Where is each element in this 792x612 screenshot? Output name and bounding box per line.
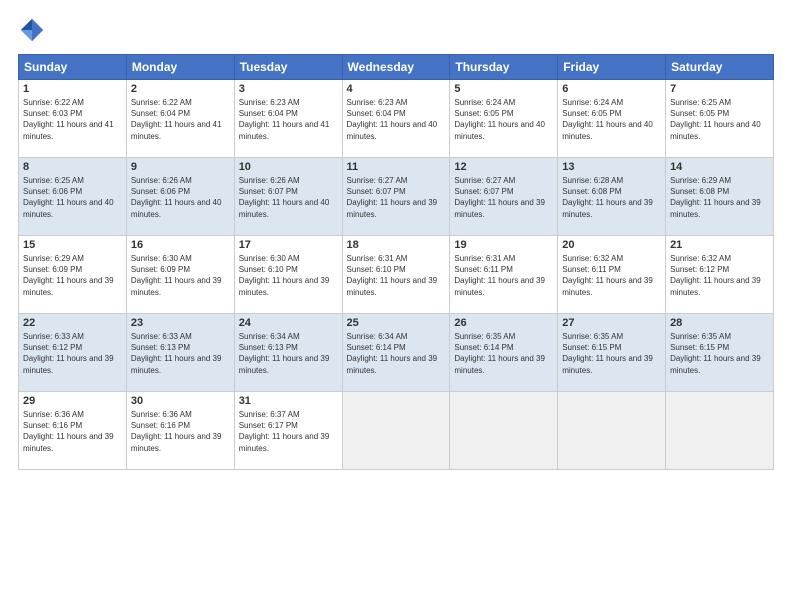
calendar-cell-26: 26Sunrise: 6:35 AMSunset: 6:14 PMDayligh… — [450, 314, 558, 392]
calendar-week-3: 15Sunrise: 6:29 AMSunset: 6:09 PMDayligh… — [19, 236, 774, 314]
calendar-cell-11: 11Sunrise: 6:27 AMSunset: 6:07 PMDayligh… — [342, 158, 450, 236]
calendar-cell-20: 20Sunrise: 6:32 AMSunset: 6:11 PMDayligh… — [558, 236, 666, 314]
calendar-cell-1: 1Sunrise: 6:22 AMSunset: 6:03 PMDaylight… — [19, 80, 127, 158]
logo — [18, 16, 50, 44]
calendar-cell-7: 7Sunrise: 6:25 AMSunset: 6:05 PMDaylight… — [666, 80, 774, 158]
calendar-cell-16: 16Sunrise: 6:30 AMSunset: 6:09 PMDayligh… — [126, 236, 234, 314]
calendar-week-2: 8Sunrise: 6:25 AMSunset: 6:06 PMDaylight… — [19, 158, 774, 236]
calendar-cell-29: 29Sunrise: 6:36 AMSunset: 6:16 PMDayligh… — [19, 392, 127, 470]
weekday-header-monday: Monday — [126, 55, 234, 80]
calendar-cell-19: 19Sunrise: 6:31 AMSunset: 6:11 PMDayligh… — [450, 236, 558, 314]
calendar-week-4: 22Sunrise: 6:33 AMSunset: 6:12 PMDayligh… — [19, 314, 774, 392]
calendar-cell-5: 5Sunrise: 6:24 AMSunset: 6:05 PMDaylight… — [450, 80, 558, 158]
calendar-cell-3: 3Sunrise: 6:23 AMSunset: 6:04 PMDaylight… — [234, 80, 342, 158]
logo-icon — [18, 16, 46, 44]
calendar-cell-2: 2Sunrise: 6:22 AMSunset: 6:04 PMDaylight… — [126, 80, 234, 158]
calendar-cell-4: 4Sunrise: 6:23 AMSunset: 6:04 PMDaylight… — [342, 80, 450, 158]
calendar-cell-10: 10Sunrise: 6:26 AMSunset: 6:07 PMDayligh… — [234, 158, 342, 236]
calendar-cell-24: 24Sunrise: 6:34 AMSunset: 6:13 PMDayligh… — [234, 314, 342, 392]
calendar-cell-empty — [666, 392, 774, 470]
calendar-week-5: 29Sunrise: 6:36 AMSunset: 6:16 PMDayligh… — [19, 392, 774, 470]
calendar-cell-31: 31Sunrise: 6:37 AMSunset: 6:17 PMDayligh… — [234, 392, 342, 470]
page: SundayMondayTuesdayWednesdayThursdayFrid… — [0, 0, 792, 612]
weekday-header-friday: Friday — [558, 55, 666, 80]
weekday-header-row: SundayMondayTuesdayWednesdayThursdayFrid… — [19, 55, 774, 80]
calendar-cell-15: 15Sunrise: 6:29 AMSunset: 6:09 PMDayligh… — [19, 236, 127, 314]
weekday-header-tuesday: Tuesday — [234, 55, 342, 80]
top-section — [18, 16, 774, 44]
weekday-header-wednesday: Wednesday — [342, 55, 450, 80]
calendar-cell-22: 22Sunrise: 6:33 AMSunset: 6:12 PMDayligh… — [19, 314, 127, 392]
calendar-cell-21: 21Sunrise: 6:32 AMSunset: 6:12 PMDayligh… — [666, 236, 774, 314]
calendar-cell-empty — [342, 392, 450, 470]
calendar-cell-17: 17Sunrise: 6:30 AMSunset: 6:10 PMDayligh… — [234, 236, 342, 314]
calendar-cell-18: 18Sunrise: 6:31 AMSunset: 6:10 PMDayligh… — [342, 236, 450, 314]
calendar-week-1: 1Sunrise: 6:22 AMSunset: 6:03 PMDaylight… — [19, 80, 774, 158]
calendar-cell-14: 14Sunrise: 6:29 AMSunset: 6:08 PMDayligh… — [666, 158, 774, 236]
weekday-header-sunday: Sunday — [19, 55, 127, 80]
calendar-cell-25: 25Sunrise: 6:34 AMSunset: 6:14 PMDayligh… — [342, 314, 450, 392]
calendar-cell-9: 9Sunrise: 6:26 AMSunset: 6:06 PMDaylight… — [126, 158, 234, 236]
calendar-cell-13: 13Sunrise: 6:28 AMSunset: 6:08 PMDayligh… — [558, 158, 666, 236]
calendar-cell-empty — [450, 392, 558, 470]
calendar-cell-28: 28Sunrise: 6:35 AMSunset: 6:15 PMDayligh… — [666, 314, 774, 392]
calendar-cell-8: 8Sunrise: 6:25 AMSunset: 6:06 PMDaylight… — [19, 158, 127, 236]
calendar-cell-30: 30Sunrise: 6:36 AMSunset: 6:16 PMDayligh… — [126, 392, 234, 470]
calendar-cell-empty — [558, 392, 666, 470]
weekday-header-thursday: Thursday — [450, 55, 558, 80]
calendar-table: SundayMondayTuesdayWednesdayThursdayFrid… — [18, 54, 774, 470]
calendar-cell-27: 27Sunrise: 6:35 AMSunset: 6:15 PMDayligh… — [558, 314, 666, 392]
weekday-header-saturday: Saturday — [666, 55, 774, 80]
calendar-cell-12: 12Sunrise: 6:27 AMSunset: 6:07 PMDayligh… — [450, 158, 558, 236]
calendar-cell-23: 23Sunrise: 6:33 AMSunset: 6:13 PMDayligh… — [126, 314, 234, 392]
calendar-cell-6: 6Sunrise: 6:24 AMSunset: 6:05 PMDaylight… — [558, 80, 666, 158]
